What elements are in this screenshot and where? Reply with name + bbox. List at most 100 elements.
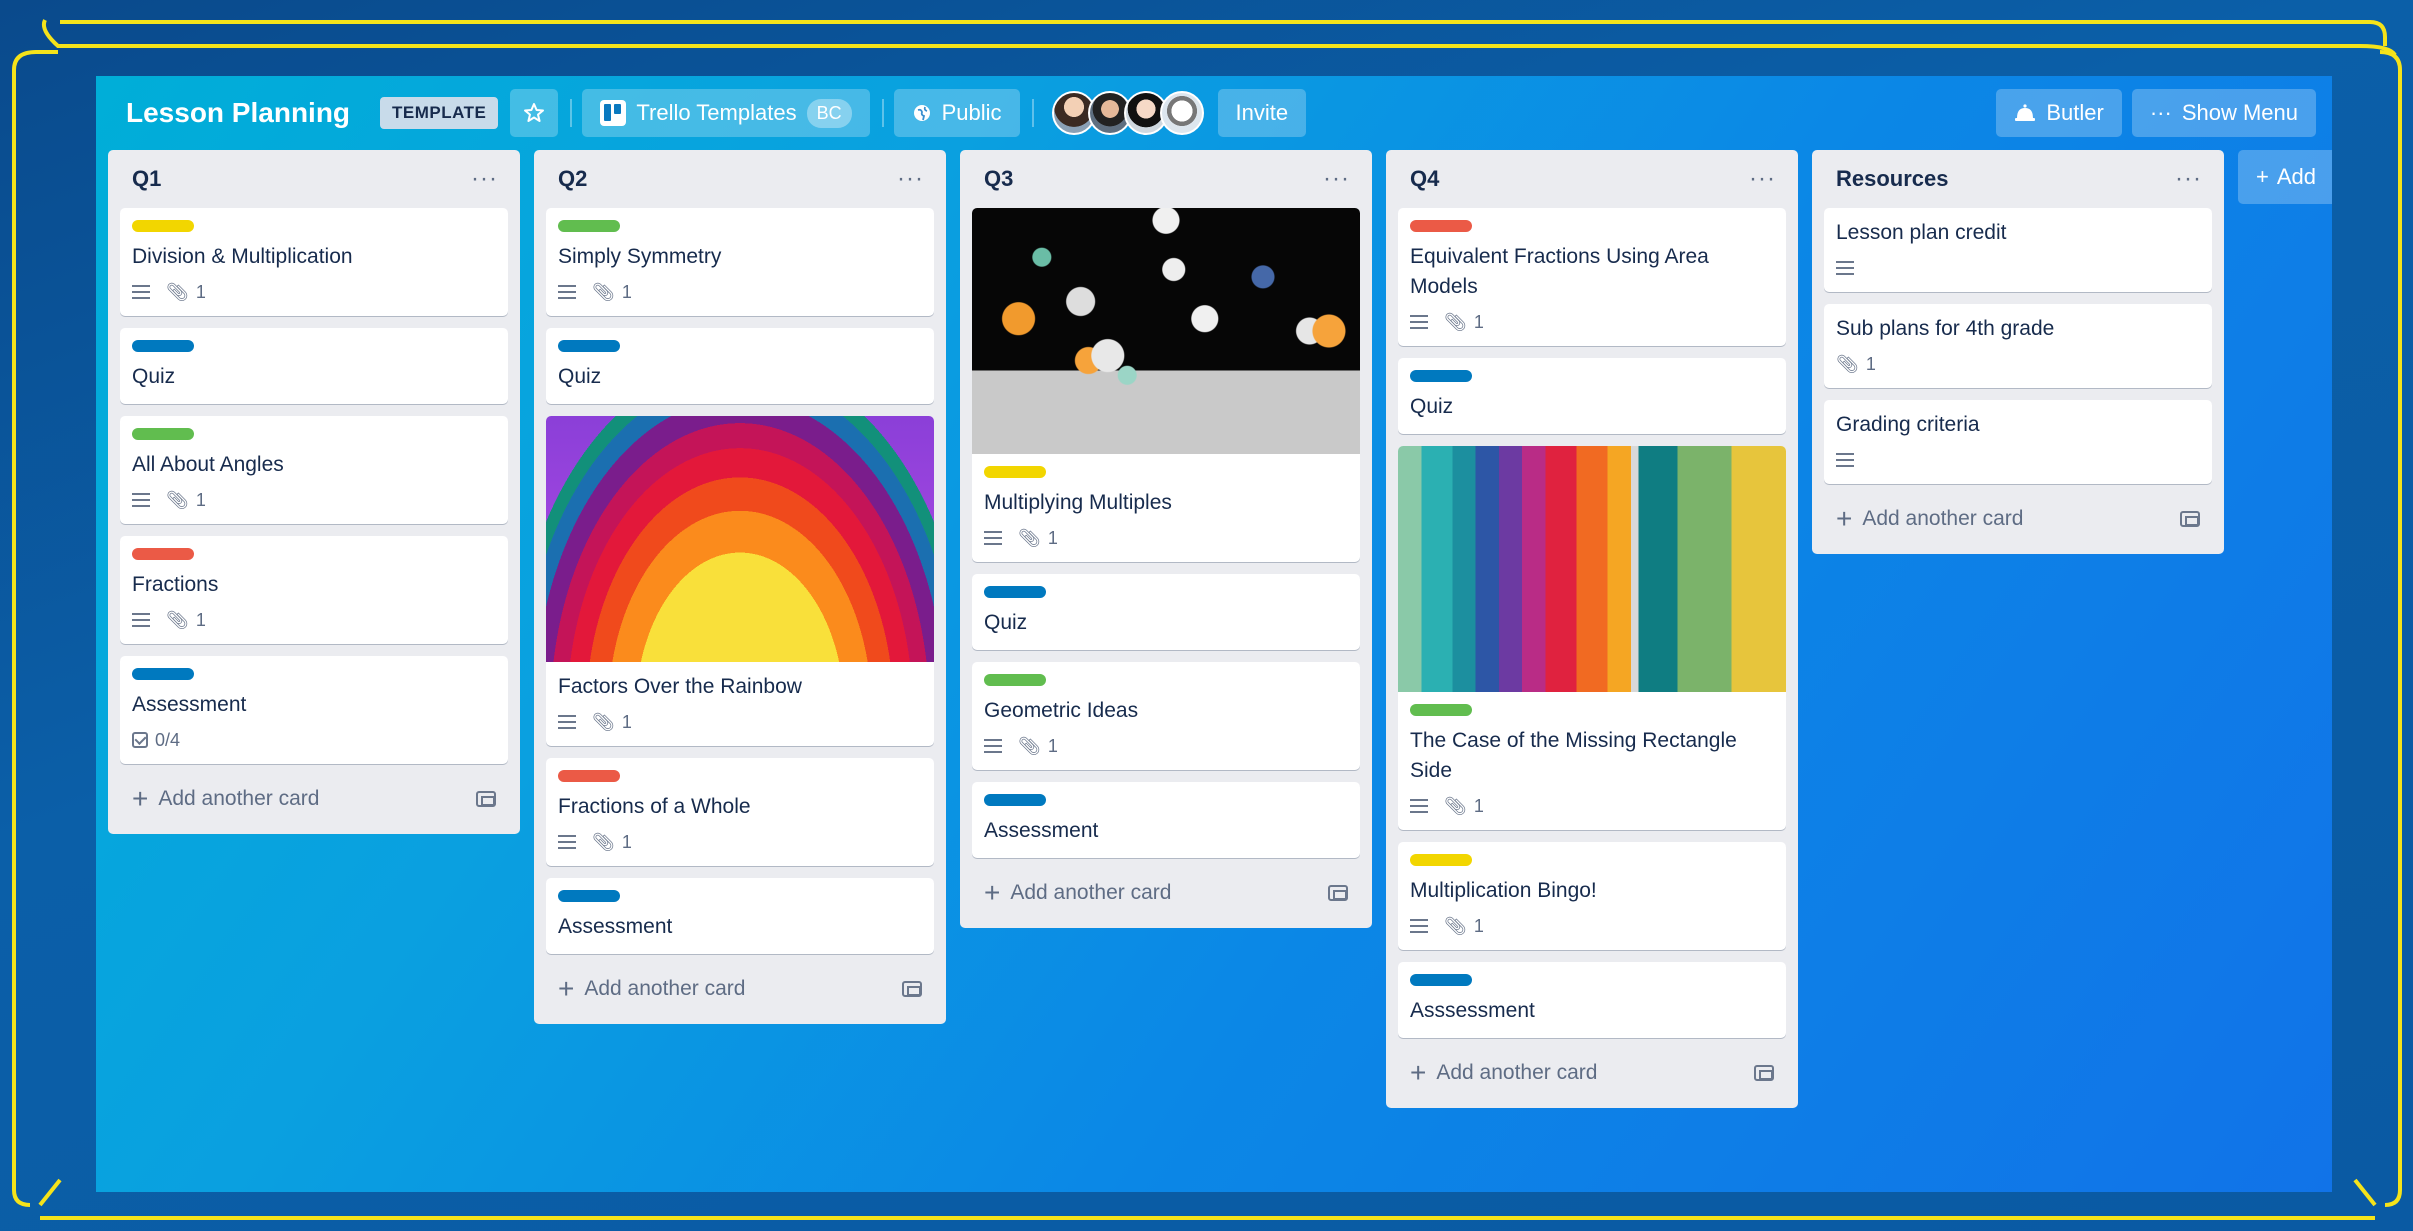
list-menu-icon[interactable]: ··· xyxy=(2175,165,2202,193)
card-label[interactable] xyxy=(132,668,194,680)
card[interactable]: Division & Multiplication 📎︎ 1 xyxy=(120,208,508,316)
card[interactable]: Fractions of a Whole 📎︎ 1 xyxy=(546,758,934,866)
card-template-icon[interactable] xyxy=(1328,885,1348,901)
card[interactable]: Grading criteria xyxy=(1824,400,2212,484)
visibility-button[interactable]: Public xyxy=(893,89,1020,137)
card-label[interactable] xyxy=(558,220,620,232)
add-card-button[interactable]: + Add another card xyxy=(1398,1050,1786,1096)
card-label[interactable] xyxy=(1410,854,1472,866)
add-list-button[interactable]: + Add xyxy=(2238,150,2332,204)
card-body: Quiz xyxy=(120,328,508,404)
card-label[interactable] xyxy=(984,586,1046,598)
card[interactable]: Simply Symmetry 📎︎ 1 xyxy=(546,208,934,316)
card[interactable]: All About Angles 📎︎ 1 xyxy=(120,416,508,524)
card-label[interactable] xyxy=(558,770,620,782)
card[interactable]: Multiplication Bingo! 📎︎ 1 xyxy=(1398,842,1786,950)
workspace-button[interactable]: Trello Templates BC xyxy=(582,89,870,137)
add-card-left: + Add another card xyxy=(984,879,1171,907)
list-title[interactable]: Q2 xyxy=(558,166,587,192)
card-title: Quiz xyxy=(132,365,176,388)
add-card-button[interactable]: + Add another card xyxy=(1824,496,2212,542)
card[interactable]: Lesson plan credit xyxy=(1824,208,2212,292)
list-menu-icon[interactable]: ··· xyxy=(1749,165,1776,193)
card-badges: 📎︎ 1 xyxy=(984,526,1348,550)
card[interactable]: Assessment xyxy=(972,782,1360,858)
card[interactable]: Quiz xyxy=(546,328,934,404)
description-badge xyxy=(132,613,150,627)
description-badge xyxy=(132,493,150,507)
card-label[interactable] xyxy=(1410,704,1472,716)
list-title[interactable]: Q3 xyxy=(984,166,1013,192)
plus-icon: + xyxy=(558,973,575,1004)
card-badges: 📎︎ 1 xyxy=(558,280,922,304)
card-label[interactable] xyxy=(1410,220,1472,232)
card-badges: 📎︎ 1 xyxy=(132,608,496,632)
checklist-icon xyxy=(132,732,148,748)
card[interactable]: Assessment xyxy=(546,878,934,954)
card-label[interactable] xyxy=(558,340,620,352)
card[interactable]: Fractions 📎︎ 1 xyxy=(120,536,508,644)
attachment-count: 1 xyxy=(1047,527,1058,548)
card[interactable]: The Case of the Missing Rectangle Side 📎︎… xyxy=(1398,446,1786,830)
card-title: Assessment xyxy=(132,693,247,716)
description-icon xyxy=(984,531,1002,545)
list-menu-icon[interactable]: ··· xyxy=(471,165,498,193)
card[interactable]: Asssessment xyxy=(1398,962,1786,1038)
list-menu-icon[interactable]: ··· xyxy=(897,165,924,193)
card-title: Quiz xyxy=(984,611,1028,634)
card-title: Asssessment xyxy=(1410,999,1535,1022)
card-label[interactable] xyxy=(984,674,1046,686)
card-label[interactable] xyxy=(984,794,1046,806)
card[interactable]: Geometric Ideas 📎︎ 1 xyxy=(972,662,1360,770)
card-title: Quiz xyxy=(1410,395,1454,418)
card-body: Assessment 0/4 xyxy=(120,656,508,764)
card-template-icon[interactable] xyxy=(1754,1065,1774,1081)
card-label[interactable] xyxy=(132,428,194,440)
card[interactable]: Sub plans for 4th grade 📎︎ 1 xyxy=(1824,304,2212,388)
card-template-icon[interactable] xyxy=(2180,511,2200,527)
star-button[interactable] xyxy=(510,89,559,137)
list-title[interactable]: Q4 xyxy=(1410,166,1439,192)
card-label[interactable] xyxy=(558,890,620,902)
description-badge xyxy=(1410,799,1428,813)
card-label[interactable] xyxy=(1410,974,1472,986)
header-separator xyxy=(1031,99,1034,127)
add-card-button[interactable]: + Add another card xyxy=(972,870,1360,916)
card-label[interactable] xyxy=(984,466,1046,478)
card[interactable]: Multiplying Multiples 📎︎ 1 xyxy=(972,208,1360,562)
card[interactable]: Factors Over the Rainbow 📎︎ 1 xyxy=(546,416,934,746)
card-label[interactable] xyxy=(132,548,194,560)
card-label[interactable] xyxy=(1410,370,1472,382)
invite-button[interactable]: Invite xyxy=(1217,89,1307,137)
description-icon xyxy=(1836,453,1854,467)
card-body: Multiplication Bingo! 📎︎ 1 xyxy=(1398,842,1786,950)
trello-logo-icon xyxy=(600,100,627,126)
list-title[interactable]: Resources xyxy=(1836,166,1949,192)
list-header: Q3 ··· xyxy=(972,150,1360,208)
card-body: Asssessment xyxy=(1398,962,1786,1038)
show-menu-button[interactable]: ··· Show Menu xyxy=(2131,89,2316,137)
board-title[interactable]: Lesson Planning xyxy=(126,97,350,129)
avatar[interactable] xyxy=(1159,91,1204,135)
card[interactable]: Quiz xyxy=(972,574,1360,650)
card-cover-image xyxy=(972,208,1360,454)
card-badges: 📎︎ 1 xyxy=(1836,352,2200,376)
card[interactable]: Assessment 0/4 xyxy=(120,656,508,764)
card-template-icon[interactable] xyxy=(902,981,922,997)
list-menu-icon[interactable]: ··· xyxy=(1323,165,1350,193)
list-title[interactable]: Q1 xyxy=(132,166,161,192)
card[interactable]: Quiz xyxy=(120,328,508,404)
add-card-button[interactable]: + Add another card xyxy=(120,776,508,822)
description-badge xyxy=(132,285,150,299)
butler-button[interactable]: Butler xyxy=(1996,89,2122,137)
card-label[interactable] xyxy=(132,340,194,352)
description-icon xyxy=(132,285,150,299)
card-title: Geometric Ideas xyxy=(984,699,1139,722)
description-icon xyxy=(1410,919,1428,933)
card[interactable]: Equivalent Fractions Using Area Models 📎︎… xyxy=(1398,208,1786,346)
card-template-icon[interactable] xyxy=(476,791,496,807)
card[interactable]: Quiz xyxy=(1398,358,1786,434)
add-card-button[interactable]: + Add another card xyxy=(546,966,934,1012)
card-label[interactable] xyxy=(132,220,194,232)
description-icon xyxy=(1836,261,1854,275)
